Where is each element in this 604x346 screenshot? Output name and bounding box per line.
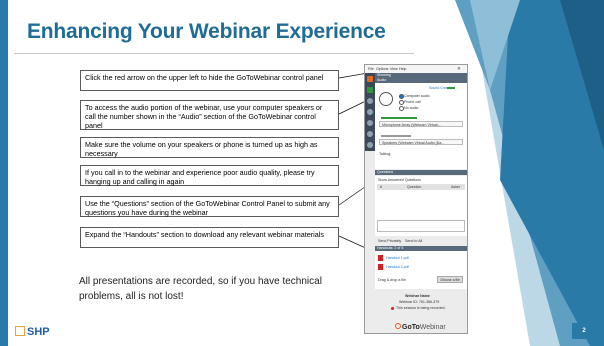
pdf-file-icon	[378, 255, 383, 261]
gtw-send-row: Send Privately Send to All	[375, 237, 467, 245]
left-accent-strip	[0, 0, 8, 346]
gotowebinar-control-panel: File Options View Help ✕ Showing Audio S…	[364, 64, 468, 334]
radio-phone-call-label: Phone call	[404, 100, 421, 104]
gtw-close-icon[interactable]: ✕	[457, 66, 461, 72]
radio-no-audio-label: No audio	[404, 106, 419, 110]
gtw-audio-body: Sound Check Computer audio Phone call No…	[375, 83, 467, 169]
instruction-volume: Make sure the volume on your speakers or…	[80, 137, 339, 158]
gotowebinar-logo: GoToWebinar	[395, 323, 446, 331]
slide-title: Enhancing Your Webinar Experience	[27, 20, 386, 43]
slide: Enhancing Your Webinar Experience Click …	[0, 0, 604, 346]
drag-drop-label: Drag & drop a file	[378, 278, 406, 282]
questions-table-header: # Question Asker	[377, 184, 465, 190]
speaker-level-meter	[381, 135, 411, 137]
shp-logo: SHP	[15, 326, 50, 338]
shp-logo-text: SHP	[27, 326, 50, 338]
screen-icon[interactable]	[367, 98, 373, 104]
talking-label: Talking:	[379, 152, 392, 156]
instruction-hide-panel: Click the red arrow on the upper left to…	[80, 70, 339, 91]
gtw-handouts-body: Handout 1.pdf Handout 2.pdf Drag & drop …	[375, 251, 467, 289]
send-to-all-button[interactable]: Send to All	[405, 239, 422, 243]
settings-icon[interactable]	[367, 120, 373, 126]
speakers-select-value: Speakers (Webcam Virtual Audio (Da...	[382, 141, 445, 145]
gtw-menu-file[interactable]: File	[368, 67, 374, 71]
pdf-file-icon	[378, 264, 383, 270]
gtw-sidebar	[365, 73, 375, 151]
instruction-poor-audio: If you call in to the webinar and experi…	[80, 165, 339, 186]
webinar-name: Webinar Name	[405, 294, 430, 298]
gtw-brand-suffix: Webinar	[419, 324, 446, 331]
speakers-select[interactable]: Speakers (Webcam Virtual Audio (Da...	[379, 139, 463, 145]
microphone-select-value: Microphone Array (Webcam Virtual...	[382, 123, 441, 127]
instruction-questions: Use the “Questions” section of the GoToW…	[80, 196, 339, 217]
audio-icon[interactable]	[367, 87, 373, 93]
col-number: #	[380, 185, 382, 189]
show-answered-checkbox[interactable]: Show Answered Questions	[378, 178, 421, 182]
help-icon[interactable]	[367, 131, 373, 137]
col-question: Question	[407, 185, 422, 189]
question-input[interactable]	[377, 220, 465, 232]
col-asker: Asker	[451, 185, 461, 189]
gtw-menu-options[interactable]: Options	[376, 67, 388, 71]
title-divider	[14, 53, 414, 54]
shp-logo-mark-icon	[15, 326, 25, 336]
mic-level-meter	[381, 117, 417, 119]
recording-notice: This session is being recorded.	[396, 306, 446, 310]
instruction-audio: To access the audio portion of the webin…	[80, 100, 339, 130]
send-privately-button[interactable]: Send Privately	[378, 239, 401, 243]
signal-bars-icon	[447, 87, 455, 89]
recorded-note: All presentations are recorded, so if yo…	[79, 276, 322, 302]
webinar-id: Webinar ID: 761-386-379	[399, 300, 440, 304]
gtw-questions-body: Show Answered Questions # Question Asker	[375, 176, 467, 236]
webcam-icon[interactable]	[367, 142, 373, 148]
instruction-handouts: Expand the “Handouts” section to downloa…	[80, 227, 339, 248]
gtw-menu-view[interactable]: View	[390, 67, 398, 71]
audio-mode-icon	[379, 92, 393, 106]
hand-raise-icon[interactable]	[367, 109, 373, 115]
handout-2-link[interactable]: Handout 2.pdf	[386, 265, 409, 269]
gtw-brand: GoTo	[402, 324, 420, 331]
recording-dot-icon	[391, 307, 394, 310]
choose-file-button[interactable]: Choose a file	[437, 276, 463, 283]
page-number: 2	[572, 323, 596, 339]
radio-computer-audio-label: Computer audio	[404, 94, 430, 98]
red-arrow-collapse-icon[interactable]	[367, 76, 373, 82]
microphone-select[interactable]: Microphone Array (Webcam Virtual...	[379, 121, 463, 127]
gtw-menu-help[interactable]: Help	[399, 67, 406, 71]
handout-1-link[interactable]: Handout 1.pdf	[386, 256, 409, 260]
gtw-section-questions[interactable]: Questions	[375, 170, 467, 175]
goto-logo-icon	[395, 323, 401, 329]
